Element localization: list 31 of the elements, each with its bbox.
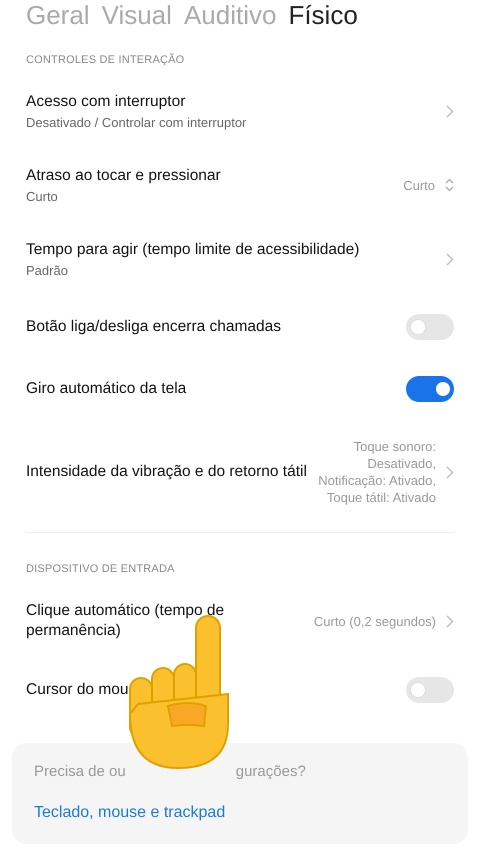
setting-value: Curto: [403, 176, 435, 194]
setting-title[interactable]: Tempo para agir (tempo limite de acessibilidade): [26, 240, 436, 260]
tab[interactable]: Físico: [288, 0, 358, 30]
toggle-switch[interactable]: [406, 677, 454, 703]
question-text: Precisa de ou: [34, 763, 126, 780]
chevron-icon: [446, 104, 454, 118]
chevron-icon: [446, 252, 454, 266]
up-down-icon: [445, 178, 454, 192]
toggle-switch[interactable]: [406, 376, 454, 402]
section-header: DISPOSITIVO DE ENTRADA: [25, 562, 176, 577]
setting-value: Notificação: Ativado,: [318, 472, 436, 489]
setting-title[interactable]: Intensidade da vibração e do retorno tátil: [26, 462, 308, 482]
setting-value: Toque tátil: Ativado: [326, 489, 436, 506]
setting-title[interactable]: Cursor do mou: [26, 680, 396, 700]
settings-link[interactable]: Teclado, mouse e trackpad: [34, 804, 446, 822]
setting-title[interactable]: Giro automático da tela: [26, 379, 396, 399]
section-header: CONTROLES DE INTERAÇÃO: [25, 52, 186, 68]
setting-subtitle: Desativado / Controlar com interruptor: [26, 115, 248, 130]
setting-title[interactable]: Botão liga/desliga encerra chamadas: [26, 317, 396, 337]
question-text: gurações?: [236, 763, 306, 780]
toggle-switch[interactable]: [406, 314, 454, 340]
setting-value: Curto (0,2 segundos): [314, 612, 436, 630]
setting-title[interactable]: Acesso com interruptor: [26, 92, 436, 112]
setting-value: Toque sonoro:: [354, 438, 436, 455]
setting-value: Desativado,: [367, 455, 436, 472]
chevron-icon: [446, 466, 454, 478]
chevron-icon: [446, 614, 454, 628]
setting-subtitle: Padrão: [26, 263, 69, 278]
setting-title[interactable]: Atraso ao tocar e pressionar: [26, 166, 394, 186]
setting-title[interactable]: Clique automático (tempo de permanência): [26, 601, 304, 641]
setting-subtitle: Curto: [26, 189, 59, 204]
